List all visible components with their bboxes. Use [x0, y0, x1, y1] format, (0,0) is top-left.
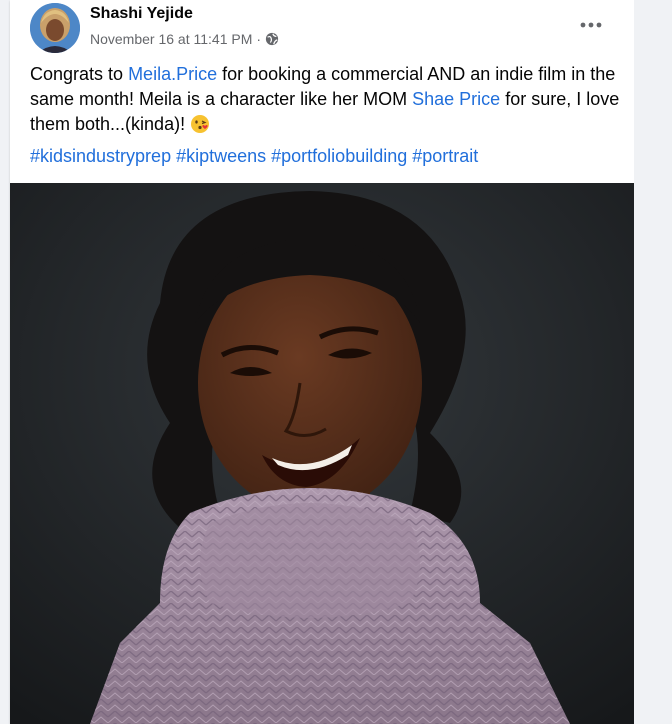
meta-separator: ·	[256, 31, 262, 47]
avatar-image	[30, 3, 80, 53]
post-photo[interactable]	[10, 183, 634, 724]
hashtag-link[interactable]: #portfoliobuilding	[271, 146, 407, 166]
hashtag-list: #kidsindustryprep #kiptweens #portfoliobui…	[30, 144, 483, 169]
hashtag-link[interactable]: #kidsindustryprep	[30, 146, 171, 166]
mention-link[interactable]: Meila.Price	[128, 64, 217, 84]
facebook-feed: Shashi Yejide November 16 at 11:41 PM ·	[0, 0, 672, 724]
hashtag-link[interactable]: #portrait	[412, 146, 478, 166]
author-avatar[interactable]	[30, 3, 80, 53]
globe-icon[interactable]	[265, 32, 279, 46]
post-meta: November 16 at 11:41 PM ·	[90, 31, 279, 47]
kissing-face-emoji-icon	[190, 114, 210, 134]
author-name[interactable]: Shashi Yejide	[90, 5, 193, 23]
more-options-icon	[580, 22, 602, 28]
post-text-part: Congrats to	[30, 64, 129, 84]
hashtag-link[interactable]: #kiptweens	[176, 146, 266, 166]
more-options-button[interactable]	[578, 12, 604, 38]
mention-link[interactable]: Shae Price	[412, 89, 500, 109]
post-timestamp[interactable]: November 16 at 11:41 PM	[90, 31, 252, 47]
post-card: Shashi Yejide November 16 at 11:41 PM ·	[10, 0, 634, 724]
feed-gutter	[634, 0, 672, 724]
portrait-photo	[10, 183, 634, 724]
post-text: Congrats to Meila.Price for booking a co…	[30, 62, 630, 137]
post-header: Shashi Yejide November 16 at 11:41 PM ·	[10, 0, 634, 58]
